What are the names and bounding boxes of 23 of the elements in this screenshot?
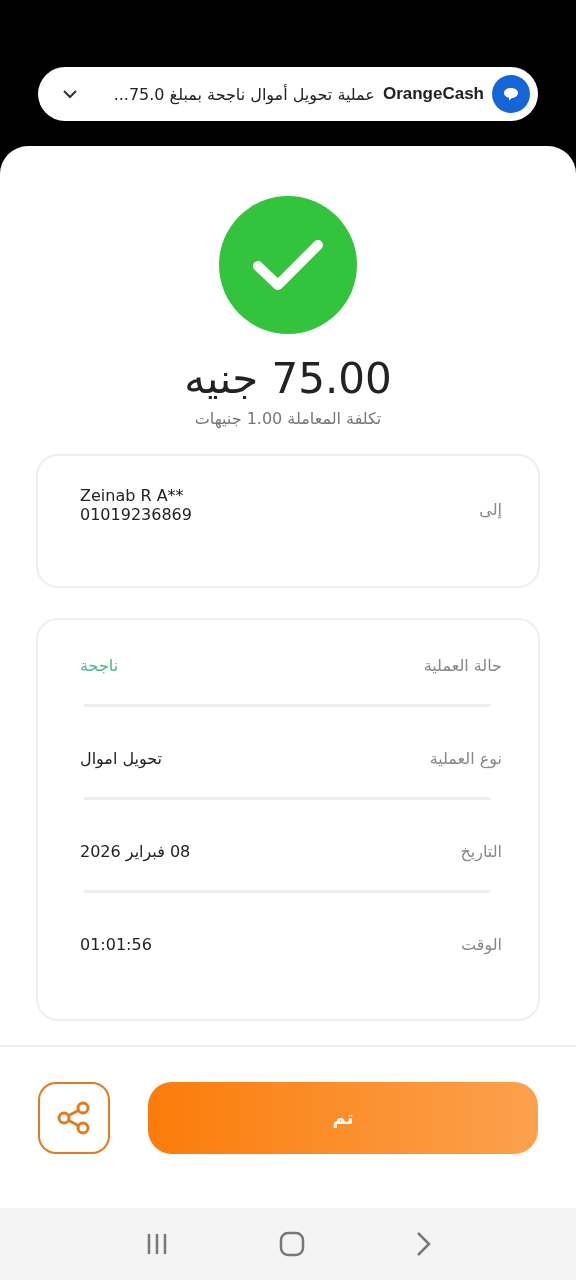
home-icon[interactable]: [279, 1231, 305, 1257]
back-icon[interactable]: [415, 1231, 431, 1257]
detail-value: 01:01:56: [80, 934, 152, 954]
success-check-icon: [219, 196, 357, 334]
app-name: OrangeCash: [382, 84, 484, 104]
share-icon: [56, 1100, 92, 1135]
recipient-name: Zeinab R A**: [80, 486, 185, 505]
fee-text: تكلفة المعاملة 1.00 جنيهات: [194, 409, 382, 428]
chat-bubble-icon: [492, 75, 530, 113]
detail-label: نوع العملية: [429, 748, 502, 768]
recipient-phone: 01019236869: [80, 505, 192, 524]
detail-value: تحويل اموال: [80, 748, 163, 768]
chevron-down-icon[interactable]: [62, 89, 78, 99]
detail-label: الوقت: [461, 934, 502, 954]
detail-label: التاريخ: [460, 841, 502, 861]
amount: 75.00 جنيه: [184, 354, 392, 403]
detail-label: حالة العملية: [423, 655, 502, 675]
detail-value: 08 فبراير 2026: [80, 841, 191, 861]
recent-apps-icon[interactable]: [145, 1232, 169, 1256]
share-button[interactable]: [38, 1081, 110, 1154]
notification-text: عملية تحويل أموال ناجحة بمبلغ 75.0...: [113, 84, 375, 104]
detail-value: ناجحة: [80, 655, 119, 675]
recipient-label: إلى: [479, 500, 502, 519]
